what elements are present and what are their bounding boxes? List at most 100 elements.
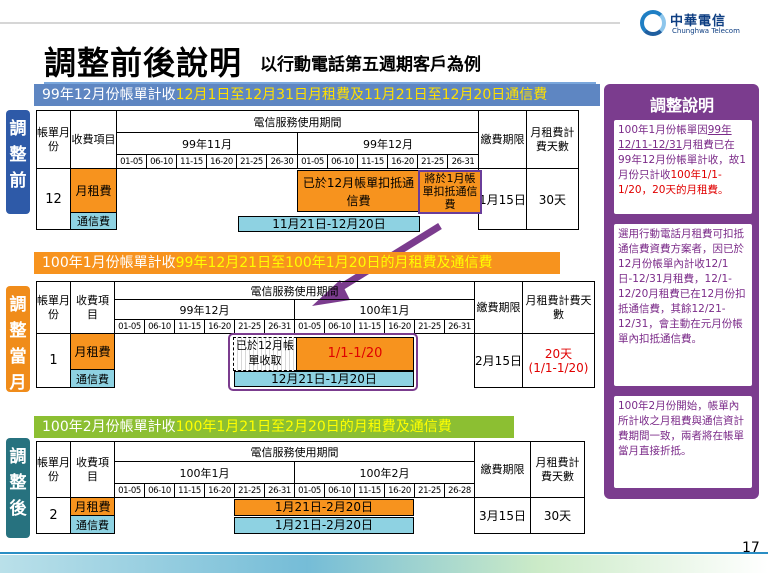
- days-value: 30天: [525, 168, 579, 230]
- range-cell: 01-05: [116, 154, 147, 169]
- range-cell: 11-15: [176, 154, 207, 169]
- side-char: 整: [9, 473, 27, 493]
- footer-decoration: [0, 555, 768, 573]
- decorative-line: [0, 22, 620, 24]
- month-1: 100年1月: [114, 461, 295, 484]
- range-cell: 16-20: [206, 154, 237, 169]
- section1-banner-pre: 99年12月份帳單計收: [42, 87, 176, 103]
- side-char: 調: [9, 447, 27, 467]
- page-title: 調整前後說明: [44, 44, 243, 82]
- header-bill-month: 帳單月份: [36, 441, 71, 498]
- range-cell: 21-25: [234, 483, 265, 498]
- page-number: 17: [742, 540, 760, 556]
- note-3: 100年2月份開始，帳單內所計收之月租費與通信資計費期間一致，兩者將在帳單當月直…: [614, 396, 752, 488]
- range-cell: 26-31: [447, 154, 479, 169]
- side-char: 後: [9, 499, 27, 519]
- header-service-period: 電信服務使用期間: [116, 110, 479, 133]
- days-value: 20天 (1/1-1/20): [522, 333, 595, 388]
- month-2: 100年2月: [294, 461, 475, 484]
- due-value: 3月15日: [474, 497, 531, 534]
- range-cell: 06-10: [144, 483, 175, 498]
- range-cell: 16-20: [387, 154, 418, 169]
- range-cell: 11-15: [354, 483, 385, 498]
- header-item: 收費項目: [70, 441, 115, 498]
- range-cell: 21-25: [234, 319, 265, 334]
- item-comm: 通信費: [70, 212, 117, 230]
- header-bill-month: 帳單月份: [36, 110, 71, 169]
- comm-bar: 1月21日-2月20日: [234, 517, 414, 534]
- note-2: 選用行動電話月租費可扣抵通信費資費方案者，因已於12月份帳單內計收12/1日-1…: [614, 224, 752, 386]
- header-due: 繳費期限: [474, 441, 531, 498]
- section3-banner-pre: 100年2月份帳單計收: [42, 419, 176, 435]
- days-value: 30天: [530, 497, 585, 534]
- rent-bar-deduct-jan: 將於1月帳單扣抵通信費: [418, 170, 482, 214]
- side-char: 整: [9, 321, 27, 341]
- range-cell: 01-05: [297, 154, 328, 169]
- due-value: 2月15日: [474, 333, 523, 388]
- page-subtitle: 以行動電話第五週期客戶為例: [260, 55, 481, 75]
- range-cell: 06-10: [327, 154, 358, 169]
- range-cell: 16-20: [204, 483, 235, 498]
- logo-name-en: Chunghwa Telecom: [672, 27, 740, 35]
- days-value-count: 20天: [544, 346, 573, 361]
- range-cell: 16-20: [384, 483, 415, 498]
- range-cell: 01-05: [114, 319, 145, 334]
- panel-title: 調整說明: [649, 96, 714, 115]
- range-cell: 11-15: [357, 154, 388, 169]
- section1-side-label: 調 整 前: [6, 110, 30, 214]
- highlight-frame: [228, 333, 418, 391]
- range-cell: 21-25: [417, 154, 448, 169]
- side-char: 月: [9, 373, 27, 393]
- range-cell: 21-25: [414, 483, 445, 498]
- section3-banner: 100年2月份帳單計收100年1月21日至2月20日的月租費及通信費: [34, 416, 514, 438]
- header-days: 月租費計費天數: [522, 281, 595, 334]
- range-cell: 26-30: [266, 154, 298, 169]
- item-comm: 通信費: [70, 515, 115, 534]
- range-cell: 06-10: [144, 319, 175, 334]
- header-service-period: 電信服務使用期間: [114, 281, 475, 300]
- range-cell: 16-20: [384, 319, 415, 334]
- side-char: 前: [9, 171, 27, 191]
- note-1: 100年1月份帳單因99年12/11-12/31月租費已在99年12月份帳單計收…: [614, 120, 752, 214]
- month-2: 99年12月: [297, 132, 479, 155]
- item-rent: 月租費: [70, 333, 115, 370]
- bill-month-value: 2: [36, 497, 71, 534]
- range-cell: 01-05: [294, 483, 325, 498]
- footer-line: [0, 552, 768, 554]
- header-days: 月租費計費天數: [525, 110, 579, 169]
- range-cell: 11-15: [354, 319, 385, 334]
- range-cell: 26-31: [264, 319, 295, 334]
- range-cell: 26-31: [444, 319, 475, 334]
- range-cell: 21-25: [236, 154, 267, 169]
- item-rent: 月租費: [70, 497, 115, 516]
- header-due: 繳費期限: [478, 110, 527, 169]
- section2-side-label: 調 整 當 月: [6, 286, 30, 393]
- section2-banner: 100年1月份帳單計收99年12月21日至100年1月20日的月租費及通信費: [34, 252, 560, 274]
- range-cell: 06-10: [146, 154, 177, 169]
- bill-month-value: 1: [36, 333, 71, 388]
- header-item: 收費項目: [70, 281, 115, 334]
- due-value: 1月15日: [478, 168, 527, 230]
- item-rent: 月租費: [70, 168, 117, 213]
- side-char: 整: [9, 145, 27, 165]
- chunghwa-logo-icon: [640, 10, 666, 36]
- side-char: 當: [9, 347, 27, 367]
- section2-banner-pre: 100年1月份帳單計收: [42, 255, 176, 271]
- rent-bar-deducted: 已於12月帳單扣抵通信費: [297, 170, 420, 212]
- note-1-text-a: 100年1月份帳單因: [618, 124, 708, 136]
- range-cell: 26-28: [444, 483, 475, 498]
- rent-bar: 1月21日-2月20日: [234, 499, 414, 516]
- range-cell: 06-10: [324, 319, 355, 334]
- month-1: 99年12月: [114, 299, 295, 320]
- range-cell: 06-10: [324, 483, 355, 498]
- section1-banner: 99年12月份帳單計收12月1日至12月31日月租費及11月21日至12月20日…: [34, 84, 600, 106]
- range-cell: 26-31: [264, 483, 295, 498]
- side-char: 調: [9, 295, 27, 315]
- section1-banner-highlight: 12月1日至12月31日月租費及11月21日至12月20日通信費: [175, 87, 548, 103]
- month-1: 99年11月: [116, 132, 298, 155]
- header-bill-month: 帳單月份: [36, 281, 71, 334]
- range-cell: 11-15: [174, 319, 205, 334]
- section2-banner-highlight: 99年12月21日至100年1月20日的月租費及通信費: [175, 255, 493, 271]
- range-cell: 21-25: [414, 319, 445, 334]
- bill-month-value: 12: [36, 168, 71, 230]
